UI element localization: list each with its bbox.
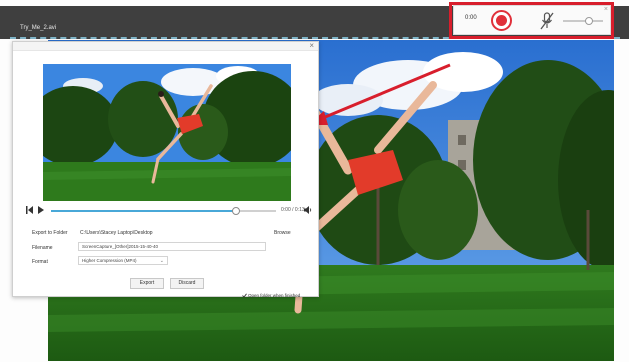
open-folder-label: Open folder when finished: [248, 293, 301, 299]
export-folder-label: Export to Folder: [32, 230, 68, 236]
playback-progress-bar[interactable]: [51, 207, 276, 215]
checkmark-icon[interactable]: [242, 293, 247, 298]
screenshot-root: Try_Me_2.avi 0:00 × × 0:00 / 0:13 Export…: [0, 0, 629, 362]
export-button[interactable]: Export: [130, 278, 164, 289]
playback-time: 0:00 / 0:13: [281, 207, 305, 213]
format-selected-value: Higher Compression (MP4): [82, 258, 137, 263]
playback-progress-fill: [51, 210, 236, 212]
open-folder-checkbox-row[interactable]: Open folder when finished: [242, 287, 301, 299]
format-label: Format: [32, 259, 48, 265]
browse-button[interactable]: Browse: [274, 230, 291, 236]
video-preview: [43, 64, 291, 201]
play-icon[interactable]: [36, 205, 45, 215]
dialog-close-icon[interactable]: ×: [309, 41, 314, 50]
skip-back-icon[interactable]: [25, 205, 34, 215]
export-folder-path: C:\Users\Stacey Laptop\Desktop: [80, 230, 153, 236]
app-title: Try_Me_2.avi: [20, 25, 57, 31]
playback-progress-handle[interactable]: [231, 207, 240, 215]
format-select[interactable]: Higher Compression (MP4) ⌄: [78, 256, 168, 265]
filename-input[interactable]: ScreenCapture_[Other]2015-15-40-40: [78, 242, 266, 251]
filename-label: Filename: [32, 245, 53, 251]
export-dialog: × 0:00 / 0:13 Export to Folder C:\Users\…: [12, 41, 319, 299]
dialog-titlebar: ×: [13, 41, 318, 51]
player-controls: 0:00 / 0:13: [25, 205, 312, 217]
volume-icon[interactable]: [303, 205, 312, 215]
chevron-down-icon: ⌄: [159, 258, 164, 264]
callout-highlight-box: [449, 2, 614, 39]
discard-button[interactable]: Discard: [170, 278, 204, 289]
video-preview-image: [43, 64, 291, 201]
